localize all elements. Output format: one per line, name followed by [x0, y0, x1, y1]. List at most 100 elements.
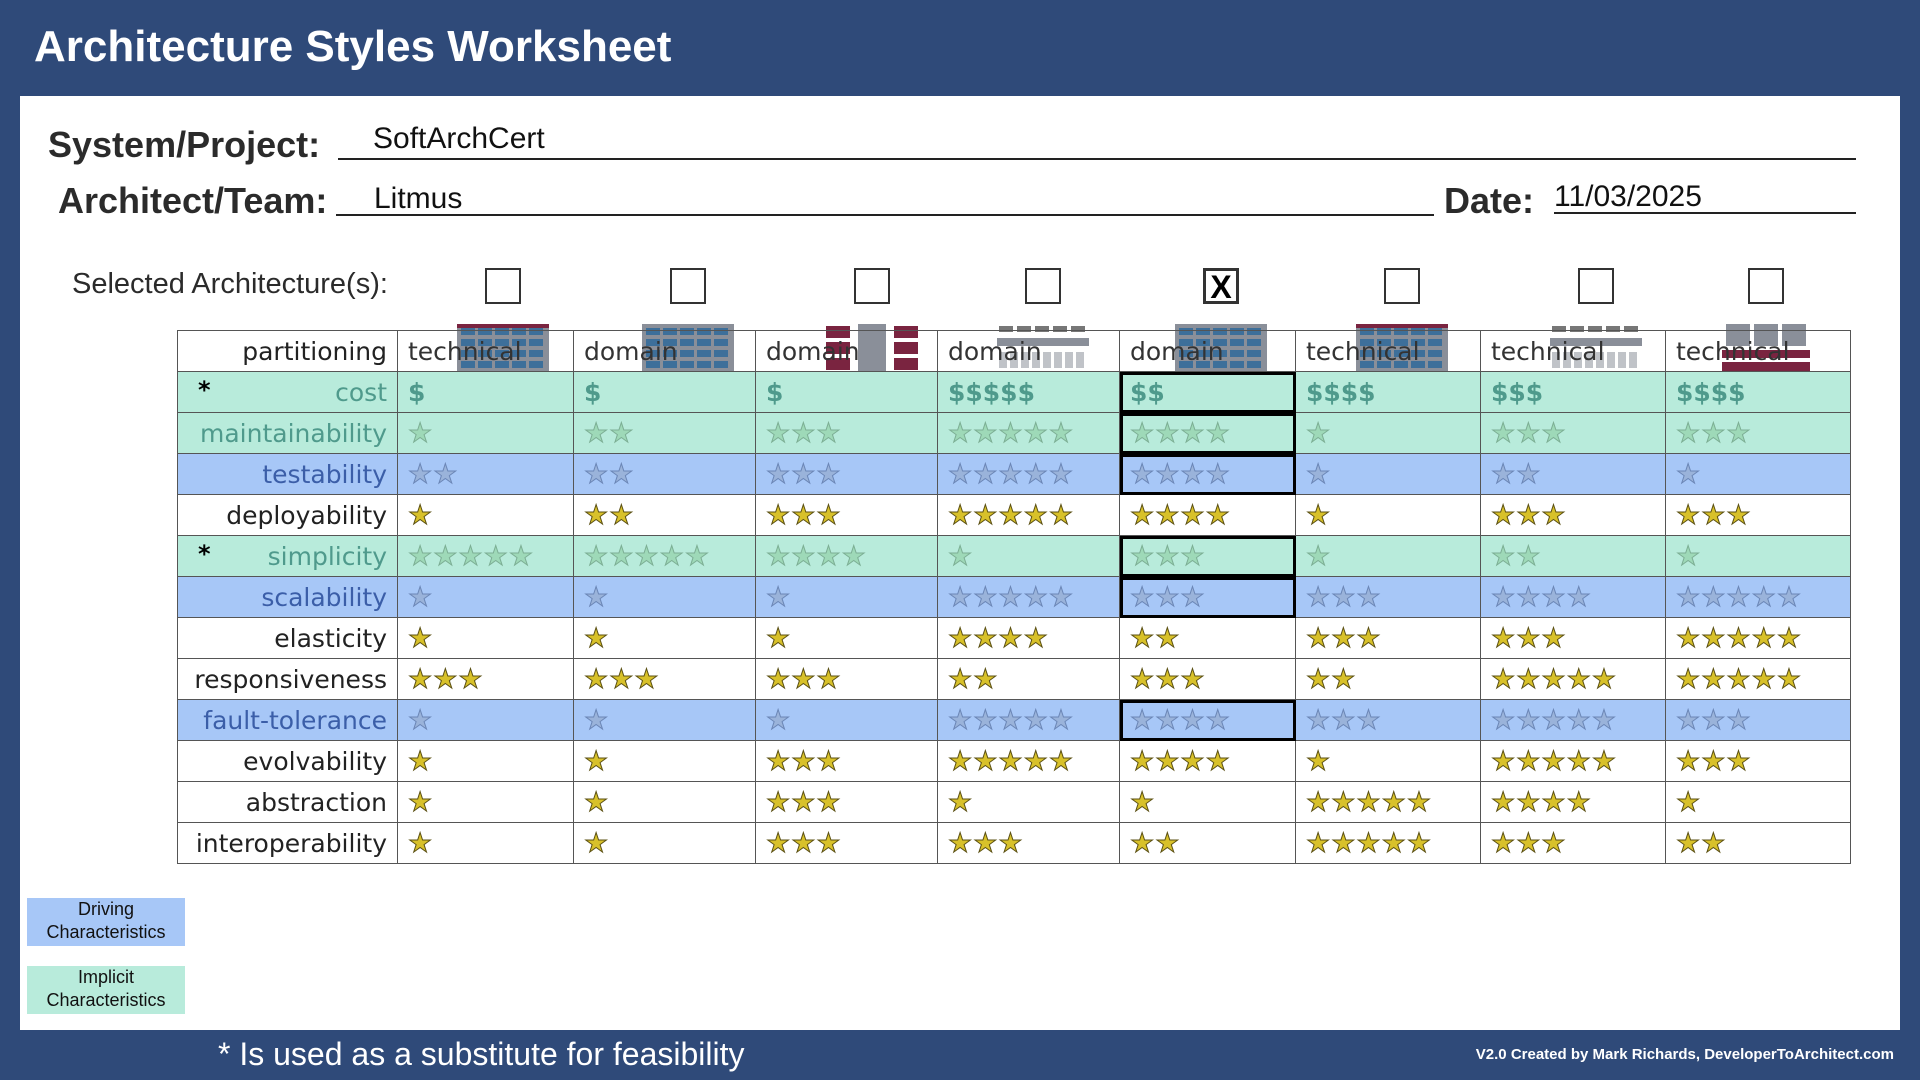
rating-cell: ★★★★	[1480, 576, 1666, 618]
rating-cell: ★	[1295, 740, 1481, 782]
row-label-text: responsiveness	[194, 664, 387, 694]
cost-cell: $$$	[1480, 371, 1666, 413]
star-rating-icon: ★★	[583, 417, 635, 449]
rating-cell: ★	[1295, 412, 1481, 454]
date-field[interactable]: 11/03/2025	[1554, 180, 1702, 214]
star-rating-icon: ★★★★	[1130, 704, 1231, 736]
star-rating-icon: ★★	[407, 458, 459, 490]
rating-cell: ★	[1295, 535, 1481, 577]
rating-cell: ★	[937, 535, 1120, 577]
star-rating-icon: ★★★★	[1130, 458, 1231, 490]
star-rating-icon: ★★★	[766, 458, 842, 490]
team-label: Architect/Team:	[58, 180, 328, 221]
star-rating-icon: ★★★★	[766, 540, 867, 572]
row-label-text: deployability	[226, 500, 387, 530]
star-rating-icon: ★	[1675, 458, 1702, 490]
star-rating-icon: ★	[583, 745, 610, 777]
table-row: * simplicity ★★★★★ ★★★★★ ★★★★ ★ ★★★ ★ ★★ ★	[177, 535, 1851, 577]
rating-cell: ★★	[1665, 822, 1851, 864]
star-rating-icon: ★★★	[766, 499, 842, 531]
checkbox-space-based[interactable]	[1748, 268, 1784, 304]
star-rating-icon: ★★★	[1491, 827, 1567, 859]
star-rating-icon: ★	[583, 704, 610, 736]
rating-cell: ★★★	[1665, 412, 1851, 454]
star-rating-icon: ★	[947, 540, 974, 572]
star-rating-icon: ★★★★★	[1675, 581, 1803, 613]
star-rating-icon: ★	[1305, 499, 1332, 531]
star-rating-icon: ★	[407, 622, 434, 654]
row-label-text: maintainability	[200, 418, 387, 448]
rating-cell: ★★★★★	[937, 576, 1120, 618]
legend-implicit-line2: Characteristics	[46, 990, 166, 1010]
rating-cell: ★★★	[1119, 535, 1296, 577]
rating-cell: ★★★	[755, 494, 938, 536]
project-field[interactable]: SoftArchCert	[373, 122, 545, 156]
partitioning-cell: technical	[1295, 330, 1481, 372]
row-label-text: elasticity	[274, 623, 387, 653]
rating-cell: ★★	[1480, 453, 1666, 495]
row-label-abstraction: abstraction	[177, 781, 398, 823]
star-rating-icon: ★★★★	[1491, 786, 1592, 818]
star-rating-icon: ★★★★	[948, 622, 1049, 654]
rating-cell: ★★★★	[1119, 494, 1296, 536]
checkbox-layered[interactable]	[485, 268, 521, 304]
star-rating-icon: ★★★★★	[1490, 663, 1618, 695]
rating-cell: ★★★★★	[1665, 576, 1851, 618]
row-label-maintainability: maintainability	[177, 412, 398, 454]
star-rating-icon: ★	[765, 622, 792, 654]
rating-cell: ★★★★★	[1480, 740, 1666, 782]
star-rating-icon: ★	[947, 786, 974, 818]
rating-cell: ★★★★★	[937, 453, 1120, 495]
rating-cell: ★★★★★	[1480, 699, 1666, 741]
star-rating-icon: ★★★★★	[1675, 622, 1803, 654]
legend-driving-line1: Driving	[77, 899, 134, 919]
cost-cell: $	[397, 371, 574, 413]
checkbox-service-oriented[interactable]	[1384, 268, 1420, 304]
row-label-text: cost	[335, 377, 387, 407]
rating-cell: ★★★	[1665, 699, 1851, 741]
checkbox-modular-monolith[interactable]	[670, 268, 706, 304]
rating-cell: ★★★★★	[573, 535, 756, 577]
star-rating-icon: ★	[407, 827, 434, 859]
star-rating-icon: ★★★	[1306, 622, 1382, 654]
asterisk-marker: *	[198, 540, 211, 568]
team-line	[336, 214, 1434, 216]
team-field[interactable]: Litmus	[374, 182, 462, 216]
checkbox-event-driven[interactable]	[1578, 268, 1614, 304]
table-row: interoperability ★ ★ ★★★ ★★★ ★★ ★★★★★ ★★★ ★★	[177, 822, 1851, 864]
cost-cell: $	[573, 371, 756, 413]
cost-cell: $$	[1119, 371, 1296, 413]
star-rating-icon: ★★★	[948, 827, 1024, 859]
rating-cell: ★	[937, 781, 1120, 823]
table-row: responsiveness ★★★ ★★★ ★★★ ★★ ★★★ ★★ ★★★★★ ★★★★★	[177, 658, 1851, 700]
partitioning-cell: domain	[937, 330, 1120, 372]
row-label-testability: testability	[177, 453, 398, 495]
rating-cell: ★	[1665, 453, 1851, 495]
checkbox-microkernel[interactable]	[854, 268, 890, 304]
cost-cell: $$$$$	[937, 371, 1120, 413]
rating-cell: ★★	[573, 412, 756, 454]
rating-cell: ★	[573, 699, 756, 741]
rating-cell: ★	[397, 412, 574, 454]
star-rating-icon: ★★★★★	[1675, 663, 1803, 695]
partitioning-cell: domain	[755, 330, 938, 372]
rating-cell: ★★	[573, 453, 756, 495]
rating-cell: ★★★★★	[1665, 658, 1851, 700]
star-rating-icon: ★	[583, 581, 610, 613]
row-label-text: fault-tolerance	[203, 705, 387, 735]
rating-cell: ★★★	[755, 453, 938, 495]
star-rating-icon: ★★★	[408, 663, 484, 695]
star-rating-icon: ★★★★	[1130, 745, 1231, 777]
rating-cell: ★★★	[755, 658, 938, 700]
selected-architectures-label: Selected Architecture(s):	[72, 268, 388, 300]
star-rating-icon: ★	[1305, 745, 1332, 777]
checkbox-microservices[interactable]	[1025, 268, 1061, 304]
star-rating-icon: ★★★★	[1130, 417, 1231, 449]
rating-cell: ★★★	[1295, 576, 1481, 618]
rating-cell: ★	[573, 781, 756, 823]
table-row: elasticity ★ ★ ★ ★★★★ ★★ ★★★ ★★★ ★★★★★	[177, 617, 1851, 659]
checkbox-service-based[interactable]: X	[1203, 268, 1239, 304]
rating-cell: ★★	[1295, 658, 1481, 700]
rating-cell: ★★★	[397, 658, 574, 700]
star-rating-icon: ★★★	[1306, 581, 1382, 613]
